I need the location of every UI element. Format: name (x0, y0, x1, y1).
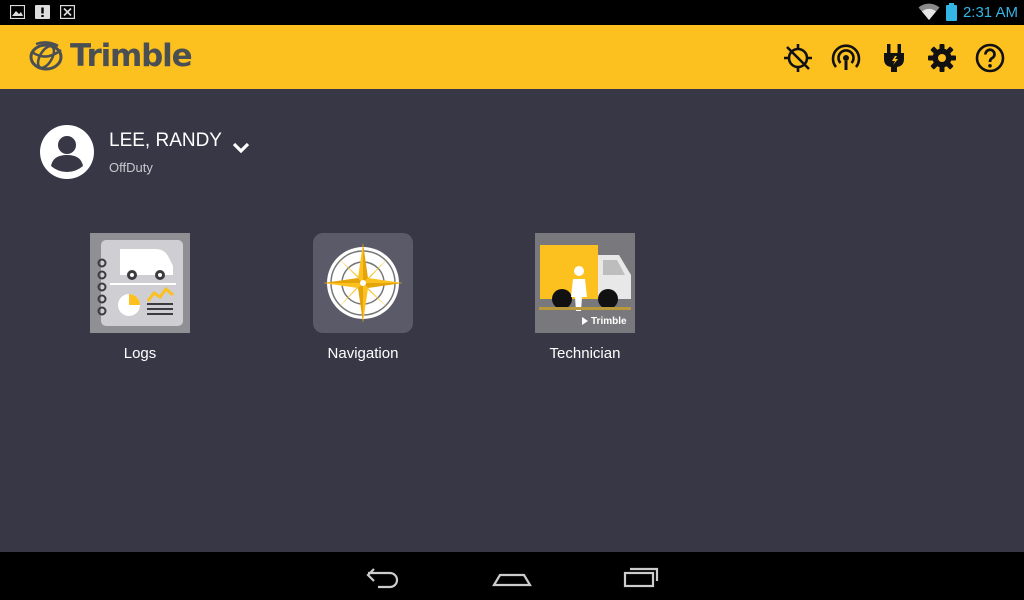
power-button[interactable] (876, 40, 912, 76)
chevron-down-icon[interactable] (230, 141, 252, 155)
back-icon[interactable] (364, 563, 404, 589)
system-nav-bar (0, 552, 1024, 600)
trimble-globe-icon (29, 41, 63, 71)
app-header: Trimble (0, 25, 1024, 89)
brand-name: Trimble (70, 38, 193, 74)
help-button[interactable] (972, 40, 1008, 76)
recent-apps-icon[interactable] (621, 563, 661, 589)
trimble-logo: Trimble (28, 38, 193, 74)
wifi-icon (918, 3, 940, 20)
navigation-compass-icon (313, 233, 413, 333)
app-logs[interactable]: Logs (70, 233, 210, 362)
status-bar: 2:31 AM (0, 0, 1024, 25)
technician-truck-icon: Trimble (535, 233, 635, 333)
settings-gear-icon (928, 44, 956, 72)
battery-icon (945, 3, 957, 21)
broadcast-button[interactable] (828, 40, 864, 76)
settings-button[interactable] (924, 40, 960, 76)
notification-icons (10, 5, 75, 19)
app-technician[interactable]: Trimble Technician (515, 233, 655, 362)
clock: 2:31 AM (962, 3, 1018, 21)
gps-off-button[interactable] (780, 40, 816, 76)
user-name: LEE, RANDY (109, 130, 222, 151)
duty-status: OffDuty (109, 160, 153, 175)
alert-notification-icon (35, 5, 50, 19)
app-navigation[interactable]: Navigation (293, 233, 433, 362)
home-icon[interactable] (492, 563, 532, 589)
power-plug-icon (884, 44, 904, 72)
broadcast-icon (831, 44, 861, 70)
logs-app-icon (90, 233, 190, 333)
image-notification-icon (10, 5, 25, 19)
app-label: Technician (549, 345, 621, 362)
help-icon (975, 43, 1005, 73)
cancel-notification-icon (60, 5, 75, 19)
avatar-icon (40, 125, 94, 179)
app-label: Logs (123, 345, 157, 362)
technician-badge: Trimble (591, 316, 627, 327)
app-label: Navigation (327, 345, 399, 362)
gps-off-icon (784, 44, 812, 72)
main-content: LEE, RANDY OffDuty Logs Navigation Trimb… (0, 89, 1024, 552)
